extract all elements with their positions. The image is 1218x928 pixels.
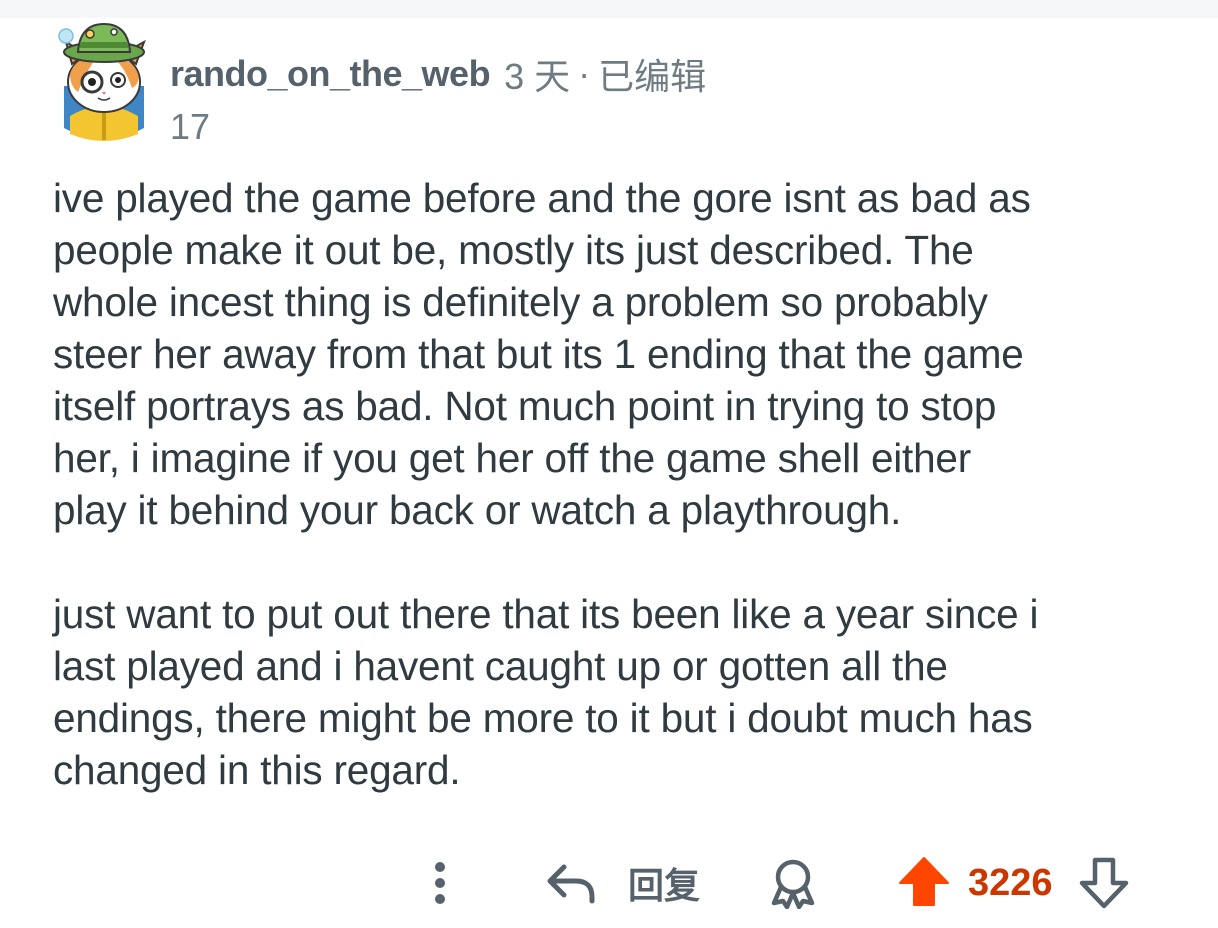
reply-label: 回复	[628, 865, 701, 906]
vote-score: 3226	[968, 862, 1053, 904]
award-button[interactable]	[764, 856, 822, 910]
more-options-button[interactable]	[420, 858, 460, 908]
downvote-arrow-icon	[1079, 857, 1129, 909]
comment-meta: rando_on_the_web 3 天 · 已编辑	[170, 52, 706, 97]
cat-explorer-avatar-icon	[58, 22, 146, 141]
downvote-button[interactable]	[1076, 854, 1132, 910]
comment-paragraph: just want to put out there that its been…	[53, 591, 1039, 793]
username-link[interactable]: rando_on_the_web	[170, 53, 491, 95]
upvote-arrow-icon	[899, 857, 949, 906]
user-avatar[interactable]	[56, 16, 152, 146]
award-icon	[771, 859, 815, 909]
reply-arrow-icon	[547, 864, 595, 904]
more-vertical-icon	[435, 862, 445, 904]
top-strip	[0, 0, 1218, 18]
reply-button[interactable]: 回复	[546, 858, 700, 908]
comment-time: 3 天	[504, 56, 571, 97]
edited-label: 已编辑	[598, 56, 707, 97]
comment-paragraph: ive played the game before and the gore …	[53, 175, 1031, 533]
user-flair: 17	[170, 106, 211, 147]
upvote-button[interactable]	[896, 854, 952, 910]
meta-separator: ·	[578, 53, 591, 94]
comment-action-bar: 回复 3226	[0, 846, 1218, 916]
comment-body: ive played the game before and the gore …	[53, 172, 1193, 796]
